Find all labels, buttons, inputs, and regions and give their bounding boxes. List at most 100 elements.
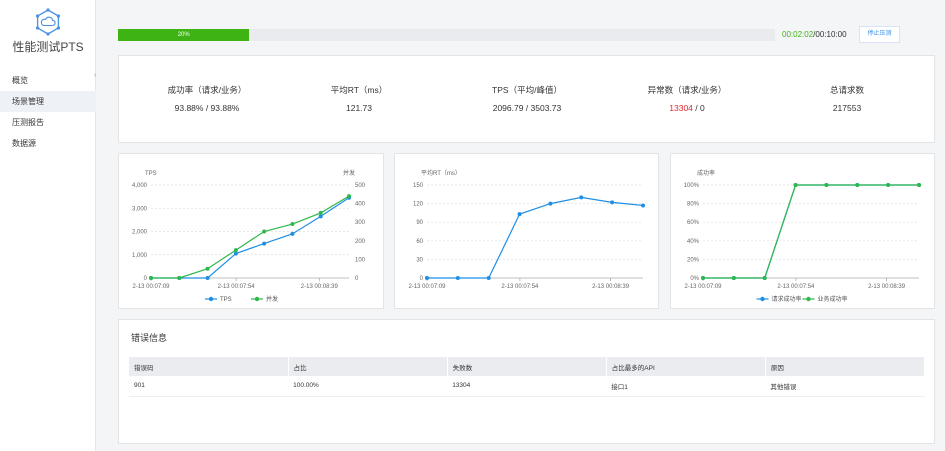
y-tick-label: 100% xyxy=(684,183,700,189)
y-tick-label: 0 xyxy=(144,276,148,282)
stat-total-requests: 总请求数 217553 xyxy=(787,84,907,113)
column-header: 错误码 xyxy=(129,357,289,376)
y2-tick-label: 200 xyxy=(355,239,366,245)
sidebar-collapse-icon[interactable]: ‹ xyxy=(94,72,96,79)
stat-success-rate: 成功率（请求/业务） 93.88% / 93.88% xyxy=(147,84,267,113)
y-tick-label: 2,000 xyxy=(132,230,148,236)
stat-value: 217553 xyxy=(832,103,862,113)
stat-tps: TPS（平均/峰值） 2096.79 / 3503.73 xyxy=(467,84,587,113)
y-tick-label: 80% xyxy=(687,202,700,208)
data-point xyxy=(262,241,267,246)
data-point xyxy=(290,222,295,227)
data-point xyxy=(793,183,798,187)
y-tick-label: 60 xyxy=(416,239,423,245)
error-table-header: 错误码 占比 失败数 占比最多的API 原因 xyxy=(129,357,926,376)
sidebar: 性能测试PTS 概览 场景管理 压测报告 数据源 xyxy=(0,0,96,451)
y-tick-label: 1,000 xyxy=(132,253,148,259)
avg-rt-chart: 平均RT（ms） 150 120 90 60 30 0 2-13 00:07:09 2-13 0… xyxy=(408,169,645,290)
x-tick-label: 2-13 00:08:39 xyxy=(868,284,906,290)
data-point xyxy=(177,276,182,280)
data-point xyxy=(731,276,736,280)
y2-tick-label: 300 xyxy=(355,220,366,226)
y2-tick-label: 500 xyxy=(355,183,366,189)
column-header: 占比 xyxy=(288,357,448,376)
x-tick-label: 2-13 00:07:54 xyxy=(218,284,256,290)
legend-label: 业务成功率 xyxy=(818,295,848,303)
data-point xyxy=(886,183,891,187)
data-point xyxy=(347,194,351,199)
progress-row: 20% 00:02:02/00:10:00 停止压测 xyxy=(118,26,938,43)
y-tick-label: 150 xyxy=(413,183,424,189)
y-tick-label: 30 xyxy=(416,257,423,263)
data-point xyxy=(290,231,295,236)
failure-count-cell: 13304 xyxy=(447,376,607,397)
x-tick-label: 2-13 00:07:54 xyxy=(777,284,815,290)
y2-tick-label: 0 xyxy=(355,276,359,282)
legend-marker xyxy=(254,296,260,302)
data-point xyxy=(149,276,153,280)
y2-tick-label: 400 xyxy=(355,202,366,208)
legend-label: 请求成功率 xyxy=(772,295,802,303)
exception-count: 13304 xyxy=(669,103,693,113)
timer: 00:02:02/00:10:00 xyxy=(782,29,847,41)
y-axis-label: 成功率 xyxy=(697,169,715,177)
y-axis-label: TPS xyxy=(145,171,157,177)
sidebar-item-datasource[interactable]: 数据源 xyxy=(0,133,96,154)
legend-marker xyxy=(760,296,765,302)
stat-label: 异常数（请求/业务） xyxy=(647,85,727,95)
stat-label: 总请求数 xyxy=(829,85,864,95)
y-tick-label: 0% xyxy=(690,276,699,282)
data-point xyxy=(486,276,491,280)
sidebar-item-reports[interactable]: 压测报告 xyxy=(0,112,96,133)
error-panel: 错误信息 错误码 占比 失败数 占比最多的API 原因 901 100.00% … xyxy=(118,319,935,444)
data-point xyxy=(233,251,238,256)
column-header: 原因 xyxy=(765,357,926,376)
sidebar-item-scenarios[interactable]: 场景管理 xyxy=(0,91,96,112)
y-tick-label: 20% xyxy=(687,257,700,263)
logo: 性能测试PTS xyxy=(0,8,96,55)
reason-cell: 其他错误 xyxy=(765,376,925,397)
stats-panel: 成功率（请求/业务） 93.88% / 93.88% 平均RT（ms） 121.… xyxy=(118,55,935,143)
y-tick-label: 60% xyxy=(687,220,700,226)
data-point xyxy=(762,276,767,280)
stat-exceptions: 异常数（请求/业务） 13304 / 0 xyxy=(627,84,747,113)
data-point xyxy=(233,248,238,253)
x-tick-label: 2-13 00:07:09 xyxy=(132,284,170,290)
total-time: 00:10:00 xyxy=(815,30,847,39)
series-line xyxy=(703,184,919,279)
app-title: 性能测试PTS xyxy=(12,40,84,54)
stat-label: TPS（平均/峰值） xyxy=(492,85,562,95)
data-point xyxy=(517,212,522,217)
x-tick-label: 2-13 00:07:54 xyxy=(501,284,539,290)
stat-value: 93.88% / 93.88% xyxy=(174,103,240,113)
stat-value: 2096.79 / 3503.73 xyxy=(492,103,562,113)
y-tick-label: 120 xyxy=(413,202,424,208)
series-line xyxy=(703,184,919,279)
data-point xyxy=(262,229,267,234)
legend-label: TPS xyxy=(220,297,232,303)
tps-concurrency-chart: TPS 并发 4,000 3,000 2,000 1,000 0 500 400 300 200 10… xyxy=(132,169,366,303)
stat-value: 13304 / 0 xyxy=(627,103,747,113)
elapsed-time: 00:02:02 xyxy=(782,30,814,39)
exception-rest: / 0 xyxy=(692,103,705,113)
top-api-cell: 接口1 xyxy=(606,376,766,397)
stop-test-button[interactable]: 停止压测 xyxy=(859,26,900,43)
stat-value: 121.73 xyxy=(346,103,372,113)
data-point xyxy=(855,183,860,187)
y-tick-label: 0 xyxy=(420,276,424,282)
y2-tick-label: 100 xyxy=(355,257,366,263)
ratio-cell: 100.00% xyxy=(288,376,448,397)
error-table: 错误码 占比 失败数 占比最多的API 原因 901 100.00% 13304… xyxy=(129,357,926,397)
y-tick-label: 90 xyxy=(416,220,423,226)
data-point xyxy=(205,266,210,271)
success-chart-panel: 成功率 100% 80% 60% 40% 20% 0% 2-13 00:07:09 2-13 0… xyxy=(670,153,935,309)
y-axis-label: 平均RT（ms） xyxy=(421,169,461,177)
y-tick-label: 40% xyxy=(687,239,700,245)
sidebar-item-overview[interactable]: 概览 xyxy=(0,70,96,91)
data-point xyxy=(641,203,645,208)
stat-label: 平均RT（ms） xyxy=(330,85,388,95)
x-tick-label: 2-13 00:08:39 xyxy=(592,284,630,290)
error-section-title: 错误信息 xyxy=(131,333,168,343)
progress-fill: 20% xyxy=(118,29,250,41)
legend-marker xyxy=(806,296,811,302)
